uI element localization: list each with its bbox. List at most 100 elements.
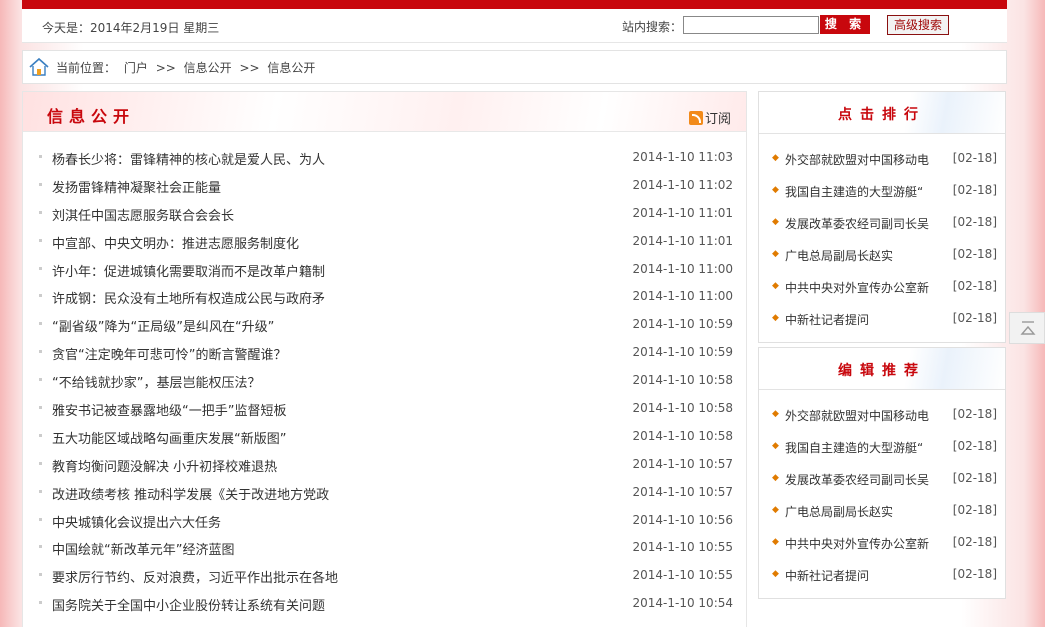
list-item: “不给钱就抄家”，基层岂能权压法？ 2014-1-10 10:58 [37,372,737,400]
editor-item-date: [02-18] [952,407,997,421]
news-title-link[interactable]: 许小年：促进城镇化需要取消而不是改革户籍制 [52,261,325,280]
bullet-icon: ◆ [772,537,779,547]
panel-header: 编辑推荐 [759,348,1005,390]
news-title-link[interactable]: 五大功能区域战略勾画重庆发展“新版图” [52,428,286,447]
hot-item-link[interactable]: 中新社记者提问 [785,311,869,328]
bullet-icon: ◆ [772,249,779,259]
editor-picks-list: ◆ 外交部就欧盟对中国移动电 [02-18] ◆ 我国自主建造的大型游艇“ [02-18… [759,390,1005,592]
list-item: 雅安书记被查暴露地级“一把手”监督短板 2014-1-10 10:58 [37,400,737,428]
news-date: 2014-1-10 11:00 [632,289,734,304]
news-title-link[interactable]: 杨春长少将：雷锋精神的核心就是爱人民、为人 [52,149,325,168]
news-title-link[interactable]: 中央城镇化会议提出六大任务 [52,512,221,531]
news-title-link[interactable]: “副省级”降为“正局级”是纠风在“升级” [52,316,274,335]
hot-item-date: [02-18] [952,183,997,197]
news-title-link[interactable]: 改进政绩考核 推动科学发展《关于改进地方党政 [52,484,329,503]
breadcrumb-separator: >> [155,61,176,75]
bullet-icon: ◆ [772,281,779,291]
list-item: ◆ 发展改革委农经司副司长吴 [02-18] [759,464,1005,496]
hot-item-link[interactable]: 发展改革委农经司副司长吴 [785,215,929,232]
editor-item-link[interactable]: 中新社记者提问 [785,567,869,584]
bullet-icon: ◆ [772,153,779,163]
bullet-icon: ◆ [772,217,779,227]
list-item: 改进政绩考核 推动科学发展《关于改进地方党政 2014-1-10 10:57 [37,484,737,512]
current-date: 今天是：2014年2月19日 星期三 [42,21,220,35]
info-public-panel: 信息公开 订阅 杨春长少将：雷锋精神的核心就是爱人民、为人 2014-1-10 1… [22,91,747,627]
news-title-link[interactable]: 中国绘就“新改革元年”经济蓝图 [52,539,234,558]
bullet-icon: ◆ [772,505,779,515]
editor-item-link[interactable]: 外交部就欧盟对中国移动电 [785,407,929,424]
news-date: 2014-1-10 10:55 [632,568,734,583]
news-title-link[interactable]: 许成钢：民众没有土地所有权造成公民与政府矛 [52,288,325,307]
list-item: 教育均衡问题没解决 小升初择校难退热 2014-1-10 10:57 [37,456,737,484]
list-item: 贪官“注定晚年可悲可怜”的断言警醒谁？ 2014-1-10 10:59 [37,344,737,372]
bullet-icon: ◆ [772,569,779,579]
news-title-link[interactable]: 贪官“注定晚年可悲可怜”的断言警醒谁？ [52,344,286,363]
news-title-link[interactable]: “不给钱就抄家”，基层岂能权压法？ [52,372,260,391]
news-title-link[interactable]: 教育均衡问题没解决 小升初择校难退热 [52,456,277,475]
list-item: ◆ 我国自主建造的大型游艇“ [02-18] [759,176,1005,208]
hot-item-link[interactable]: 中共中央对外宣传办公室新 [785,279,929,296]
bullet-icon: ◆ [772,473,779,483]
news-date: 2014-1-10 10:59 [632,345,734,360]
list-item: ◆ 发展改革委农经司副司长吴 [02-18] [759,208,1005,240]
list-item: ◆ 中共中央对外宣传办公室新 [02-18] [759,528,1005,560]
news-date: 2014-1-10 10:59 [632,317,734,332]
list-item: 五大功能区域战略勾画重庆发展“新版图” 2014-1-10 10:58 [37,428,737,456]
list-item: ◆ 我国自主建造的大型游艇“ [02-18] [759,432,1005,464]
list-item: 国务院关于全国中小企业股份转让系统有关问题 2014-1-10 10:54 [37,595,737,623]
breadcrumb-item-portal[interactable]: 门户 [124,61,148,75]
list-item: 许成钢：民众没有土地所有权造成公民与政府矛 2014-1-10 11:00 [37,288,737,316]
editor-item-link[interactable]: 我国自主建造的大型游艇“ [785,439,923,456]
news-title-link[interactable]: 中宣部、中央文明办：推进志愿服务制度化 [52,233,299,252]
editor-item-link[interactable]: 中共中央对外宣传办公室新 [785,535,929,552]
news-list: 杨春长少将：雷锋精神的核心就是爱人民、为人 2014-1-10 11:03 发扬雷… [37,149,737,623]
search-input[interactable] [683,16,819,34]
news-title-link[interactable]: 要求厉行节约、反对浪费，习近平作出批示在各地 [52,567,338,586]
hot-ranking-list: ◆ 外交部就欧盟对中国移动电 [02-18] ◆ 我国自主建造的大型游艇“ [02-18… [759,134,1005,336]
news-date: 2014-1-10 10:57 [632,484,734,499]
news-date: 2014-1-10 10:54 [632,596,734,611]
home-icon[interactable] [28,57,50,77]
news-title-link[interactable]: 国务院关于全国中小企业股份转让系统有关问题 [52,595,325,614]
editor-item-link[interactable]: 发展改革委农经司副司长吴 [785,471,929,488]
advanced-search-button[interactable]: 高级搜索 [887,15,949,35]
breadcrumb-item-info-public[interactable]: 信息公开 [184,61,232,75]
top-red-bar [22,0,1007,9]
list-item: ◆ 外交部就欧盟对中国移动电 [02-18] [759,400,1005,432]
bullet-icon: ◆ [772,441,779,451]
news-title-link[interactable]: 发扬雷锋精神凝聚社会正能量 [52,177,221,196]
list-item: 中央城镇化会议提出六大任务 2014-1-10 10:56 [37,512,737,540]
news-date: 2014-1-10 11:01 [632,233,734,248]
subscribe-label: 订阅 [705,112,732,127]
breadcrumb-item-current[interactable]: 信息公开 [267,61,315,75]
bullet-icon: ◆ [772,185,779,195]
panel-header: 信息公开 订阅 [23,92,746,132]
top-bar: 今天是：2014年2月19日 星期三 站内搜索： 搜 索 高级搜索 [22,9,1007,43]
list-item: ◆ 中新社记者提问 [02-18] [759,304,1005,336]
subscribe-link[interactable]: 订阅 [689,108,731,127]
news-date: 2014-1-10 10:56 [632,512,734,527]
editor-item-date: [02-18] [952,535,997,549]
editor-item-link[interactable]: 广电总局副局长赵实 [785,503,893,520]
hot-item-link[interactable]: 广电总局副局长赵实 [785,247,893,264]
list-item: 中国绘就“新改革元年”经济蓝图 2014-1-10 10:55 [37,539,737,567]
breadcrumb-separator: >> [239,61,260,75]
bullet-icon: ◆ [772,409,779,419]
rss-icon [689,110,703,125]
news-title-link[interactable]: 刘淇任中国志愿服务联合会会长 [52,205,234,224]
arrow-up-icon [1020,321,1036,335]
list-item: 中宣部、中央文明办：推进志愿服务制度化 2014-1-10 11:01 [37,233,737,261]
hot-item-date: [02-18] [952,311,997,325]
news-date: 2014-1-10 11:00 [632,261,734,276]
search-button[interactable]: 搜 索 [820,15,870,34]
hot-item-link[interactable]: 外交部就欧盟对中国移动电 [785,151,929,168]
hot-item-date: [02-18] [952,247,997,261]
panel-title: 信息公开 [47,107,136,126]
list-item: 发扬雷锋精神凝聚社会正能量 2014-1-10 11:02 [37,177,737,205]
news-date: 2014-1-10 11:01 [632,205,734,220]
list-item: 许小年：促进城镇化需要取消而不是改革户籍制 2014-1-10 11:00 [37,261,737,289]
news-title-link[interactable]: 雅安书记被查暴露地级“一把手”监督短板 [52,400,286,419]
news-date: 2014-1-10 11:03 [632,150,734,164]
hot-item-link[interactable]: 我国自主建造的大型游艇“ [785,183,923,200]
back-to-top-button[interactable] [1009,312,1045,344]
